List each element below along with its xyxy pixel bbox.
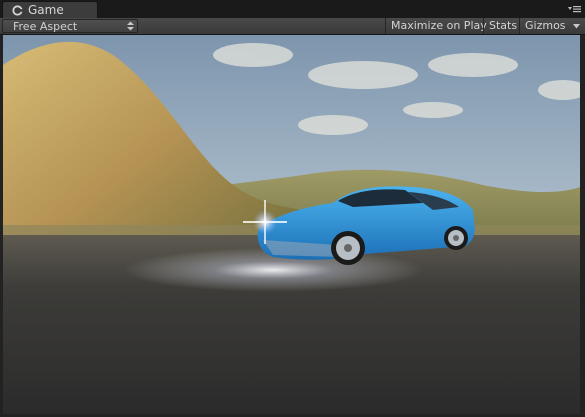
stats-label: Stats: [489, 19, 518, 32]
stats-button[interactable]: Stats: [483, 18, 519, 34]
game-scene: [3, 35, 580, 414]
gizmos-label: Gizmos: [525, 19, 566, 32]
maximize-label: Maximize on Play: [391, 19, 487, 32]
maximize-on-play-button[interactable]: Maximize on Play: [385, 18, 487, 34]
aspect-dropdown[interactable]: Free Aspect: [2, 19, 138, 33]
gizmos-button[interactable]: Gizmos: [519, 18, 585, 34]
game-viewport[interactable]: [3, 35, 580, 414]
dropdown-arrow-icon: [573, 24, 580, 29]
game-toolbar: Free Aspect Maximize on Play Stats Gizmo…: [0, 18, 585, 35]
dropdown-stepper-icon: [127, 21, 134, 31]
tab-game[interactable]: Game: [2, 1, 98, 18]
tab-bar: Game: [0, 0, 585, 18]
game-window: Game Free Aspect Maximize on Play Stats …: [0, 0, 585, 417]
tab-label: Game: [28, 3, 64, 17]
aspect-value: Free Aspect: [13, 20, 78, 33]
unity-logo-icon: [12, 5, 23, 16]
panel-menu-icon[interactable]: [568, 5, 581, 13]
